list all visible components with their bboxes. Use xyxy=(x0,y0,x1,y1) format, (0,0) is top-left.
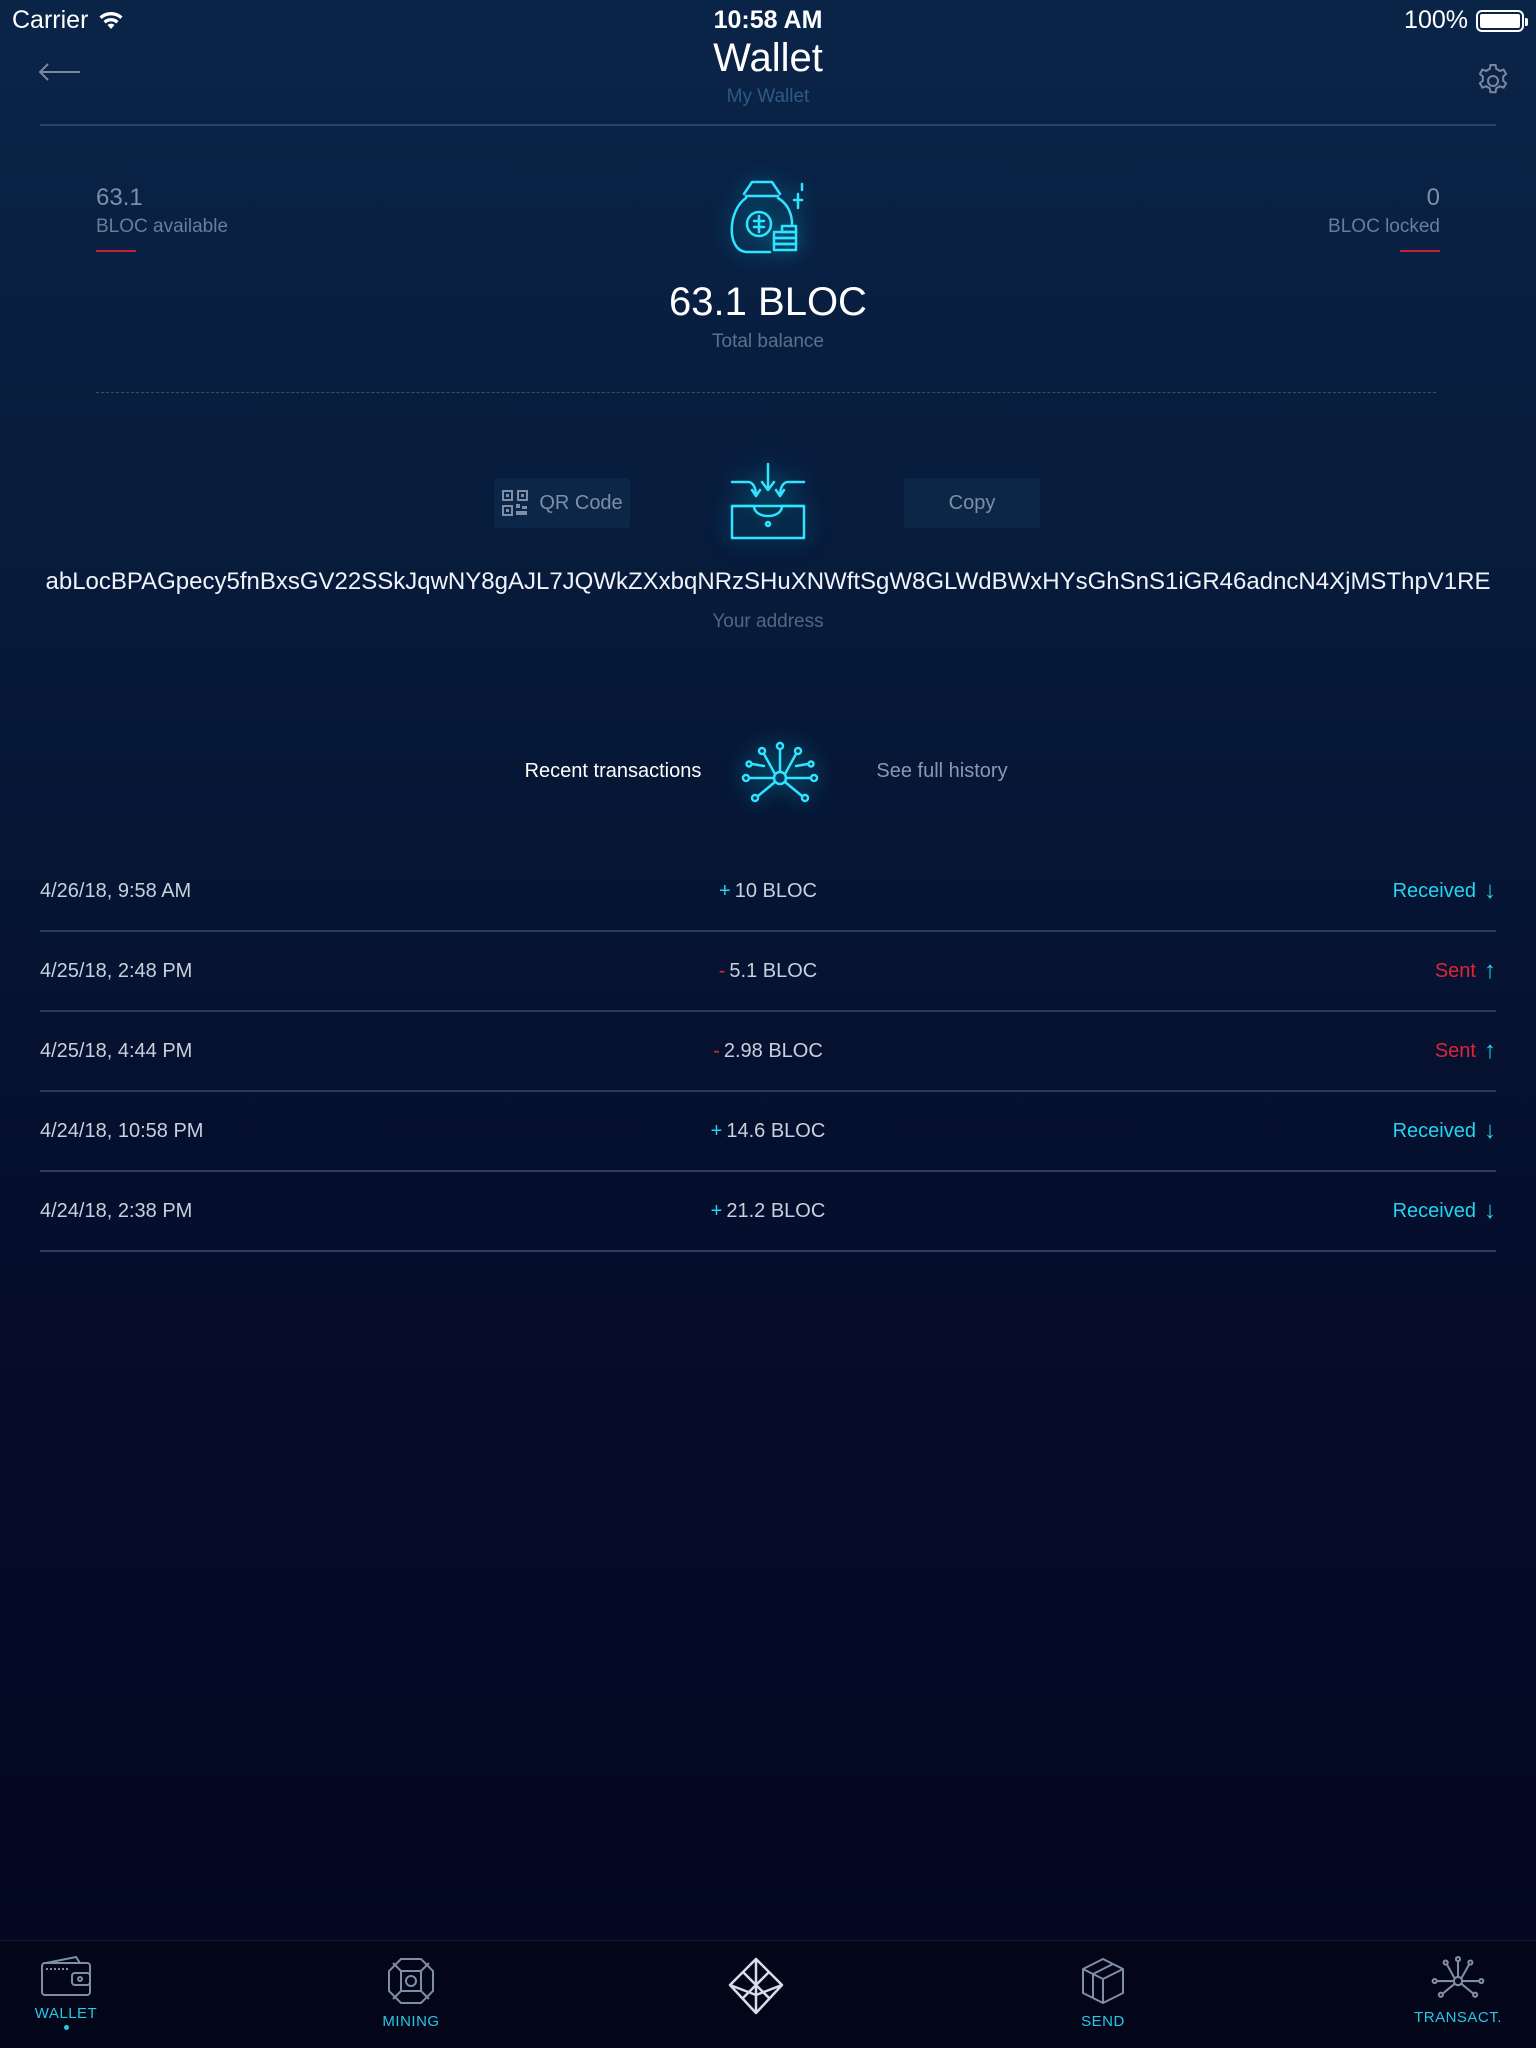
tab-send-label: SEND xyxy=(1081,2013,1125,2030)
transaction-amount: -2.98 BLOC xyxy=(40,1040,1496,1063)
tab-mining[interactable]: MINING xyxy=(341,1955,481,2030)
arrow-down-icon: ↓ xyxy=(1484,1197,1496,1224)
transaction-amount: -5.1 BLOC xyxy=(40,960,1496,983)
copy-button[interactable]: Copy xyxy=(904,478,1040,528)
qr-code-button[interactable]: QR Code xyxy=(494,478,630,528)
money-bag-icon xyxy=(730,180,804,254)
qr-code-label: QR Code xyxy=(539,491,623,514)
mining-icon xyxy=(388,1958,434,2004)
tab-transactions-label: TRANSACT. xyxy=(1414,2009,1502,2026)
locked-label: BLOC locked xyxy=(1328,216,1440,237)
transaction-date: 4/25/18, 4:44 PM xyxy=(40,1039,193,1062)
locked-underline xyxy=(1400,250,1440,252)
available-underline xyxy=(96,250,136,252)
tab-mining-label: MINING xyxy=(382,2013,440,2030)
section-divider xyxy=(96,392,1436,393)
address-label: Your address xyxy=(712,611,824,632)
settings-button[interactable] xyxy=(1474,62,1514,102)
transaction-status-label: Received xyxy=(1392,1119,1476,1142)
transaction-amount: +10 BLOC xyxy=(40,880,1496,903)
transaction-sign: - xyxy=(713,1039,720,1062)
transaction-amount: +21.2 BLOC xyxy=(40,1200,1496,1223)
transaction-amount-value: 14.6 BLOC xyxy=(726,1119,826,1142)
transaction-date: 4/24/18, 2:38 PM xyxy=(40,1199,193,1222)
tab-bloc-home[interactable] xyxy=(686,1955,826,2025)
transaction-row[interactable]: 4/24/18, 10:58 PM +14.6 BLOC Received ↓ xyxy=(40,1092,1496,1172)
transaction-amount-value: 5.1 BLOC xyxy=(729,959,818,982)
battery-icon xyxy=(1476,9,1528,32)
transaction-sign: + xyxy=(710,1119,723,1142)
status-time: 10:58 AM xyxy=(713,6,823,34)
transaction-sign: - xyxy=(718,959,726,982)
tab-transactions[interactable]: TRANSACT. xyxy=(1388,1955,1528,2026)
header-divider xyxy=(40,124,1496,126)
transaction-row[interactable]: 4/26/18, 9:58 AM +10 BLOC Received ↓ xyxy=(40,852,1496,932)
tab-send[interactable]: SEND xyxy=(1033,1955,1173,2030)
transaction-date: 4/24/18, 10:58 PM xyxy=(40,1119,204,1142)
arrow-up-icon: ↑ xyxy=(1484,957,1496,984)
bloc-logo-icon xyxy=(728,1957,784,2015)
available-balance: 63.1 BLOC available xyxy=(96,184,228,252)
transaction-status: Received ↓ xyxy=(1393,877,1496,905)
total-balance-value: 63.1 BLOC xyxy=(669,280,867,324)
locked-balance: 0 BLOC locked xyxy=(1328,184,1440,252)
page-title: Wallet xyxy=(713,36,823,80)
battery-percent: 100% xyxy=(1404,6,1468,34)
transaction-amount-value: 21.2 BLOC xyxy=(726,1199,826,1222)
page-subtitle: My Wallet xyxy=(726,86,810,107)
transaction-status: Received ↓ xyxy=(1393,1197,1496,1225)
transactions-list: 4/26/18, 9:58 AM +10 BLOC Received ↓ 4/25/18… xyxy=(40,852,1496,1252)
transaction-sign: + xyxy=(719,879,731,902)
available-label: BLOC available xyxy=(96,216,229,237)
arrow-down-icon: ↓ xyxy=(1484,1117,1496,1144)
transaction-row[interactable]: 4/25/18, 4:44 PM -2.98 BLOC Sent ↑ xyxy=(40,1012,1496,1092)
transaction-status: Sent ↑ xyxy=(1435,957,1496,985)
tab-active-indicator xyxy=(63,2025,69,2030)
gear-icon xyxy=(1478,64,1508,94)
wallet-address[interactable]: abLocBPAGpecy5fnBxsGV22SSkJqwNY8gAJL7JQW… xyxy=(0,568,1536,596)
transaction-status-label: Sent xyxy=(1434,959,1476,982)
see-full-history-link[interactable]: See full history xyxy=(870,760,1014,783)
tab-wallet[interactable]: WALLET xyxy=(0,1955,136,2030)
wallet-icon xyxy=(41,1955,91,1996)
tab-wallet-label: WALLET xyxy=(34,2005,98,2022)
transaction-row[interactable]: 4/25/18, 2:48 PM -5.1 BLOC Sent ↑ xyxy=(40,932,1496,1012)
transaction-amount: +14.6 BLOC xyxy=(40,1120,1496,1143)
transaction-status-label: Received xyxy=(1392,1199,1476,1222)
transaction-amount-value: 10 BLOC xyxy=(734,879,817,902)
transaction-date: 4/26/18, 9:58 AM xyxy=(40,879,192,902)
receive-inbox-icon xyxy=(730,462,806,540)
transaction-amount-value: 2.98 BLOC xyxy=(723,1039,823,1062)
transaction-status-label: Received xyxy=(1392,879,1476,902)
transaction-status: Received ↓ xyxy=(1393,1117,1496,1145)
locked-value: 0 xyxy=(1426,184,1440,211)
tab-bar: WALLET MINING SEND TRANSACT. xyxy=(0,1940,1536,2048)
status-battery: 100% xyxy=(1404,6,1528,35)
transaction-status-label: Sent xyxy=(1434,1039,1476,1062)
transaction-date: 4/25/18, 2:48 PM xyxy=(40,959,193,982)
available-value: 63.1 xyxy=(96,184,143,211)
transactions-network-icon xyxy=(741,741,819,803)
transaction-row[interactable]: 4/24/18, 2:38 PM +21.2 BLOC Received ↓ xyxy=(40,1172,1496,1252)
total-balance-label: Total balance xyxy=(712,331,824,352)
send-cube-icon xyxy=(1082,1958,1124,2004)
qr-code-icon xyxy=(502,490,529,516)
arrow-down-icon: ↓ xyxy=(1484,877,1496,904)
transactions-network-icon xyxy=(1431,1956,1485,1998)
arrow-up-icon: ↑ xyxy=(1484,1037,1496,1064)
transaction-status: Sent ↑ xyxy=(1435,1037,1496,1065)
recent-transactions-title: Recent transactions xyxy=(524,760,702,782)
transaction-sign: + xyxy=(710,1199,723,1222)
